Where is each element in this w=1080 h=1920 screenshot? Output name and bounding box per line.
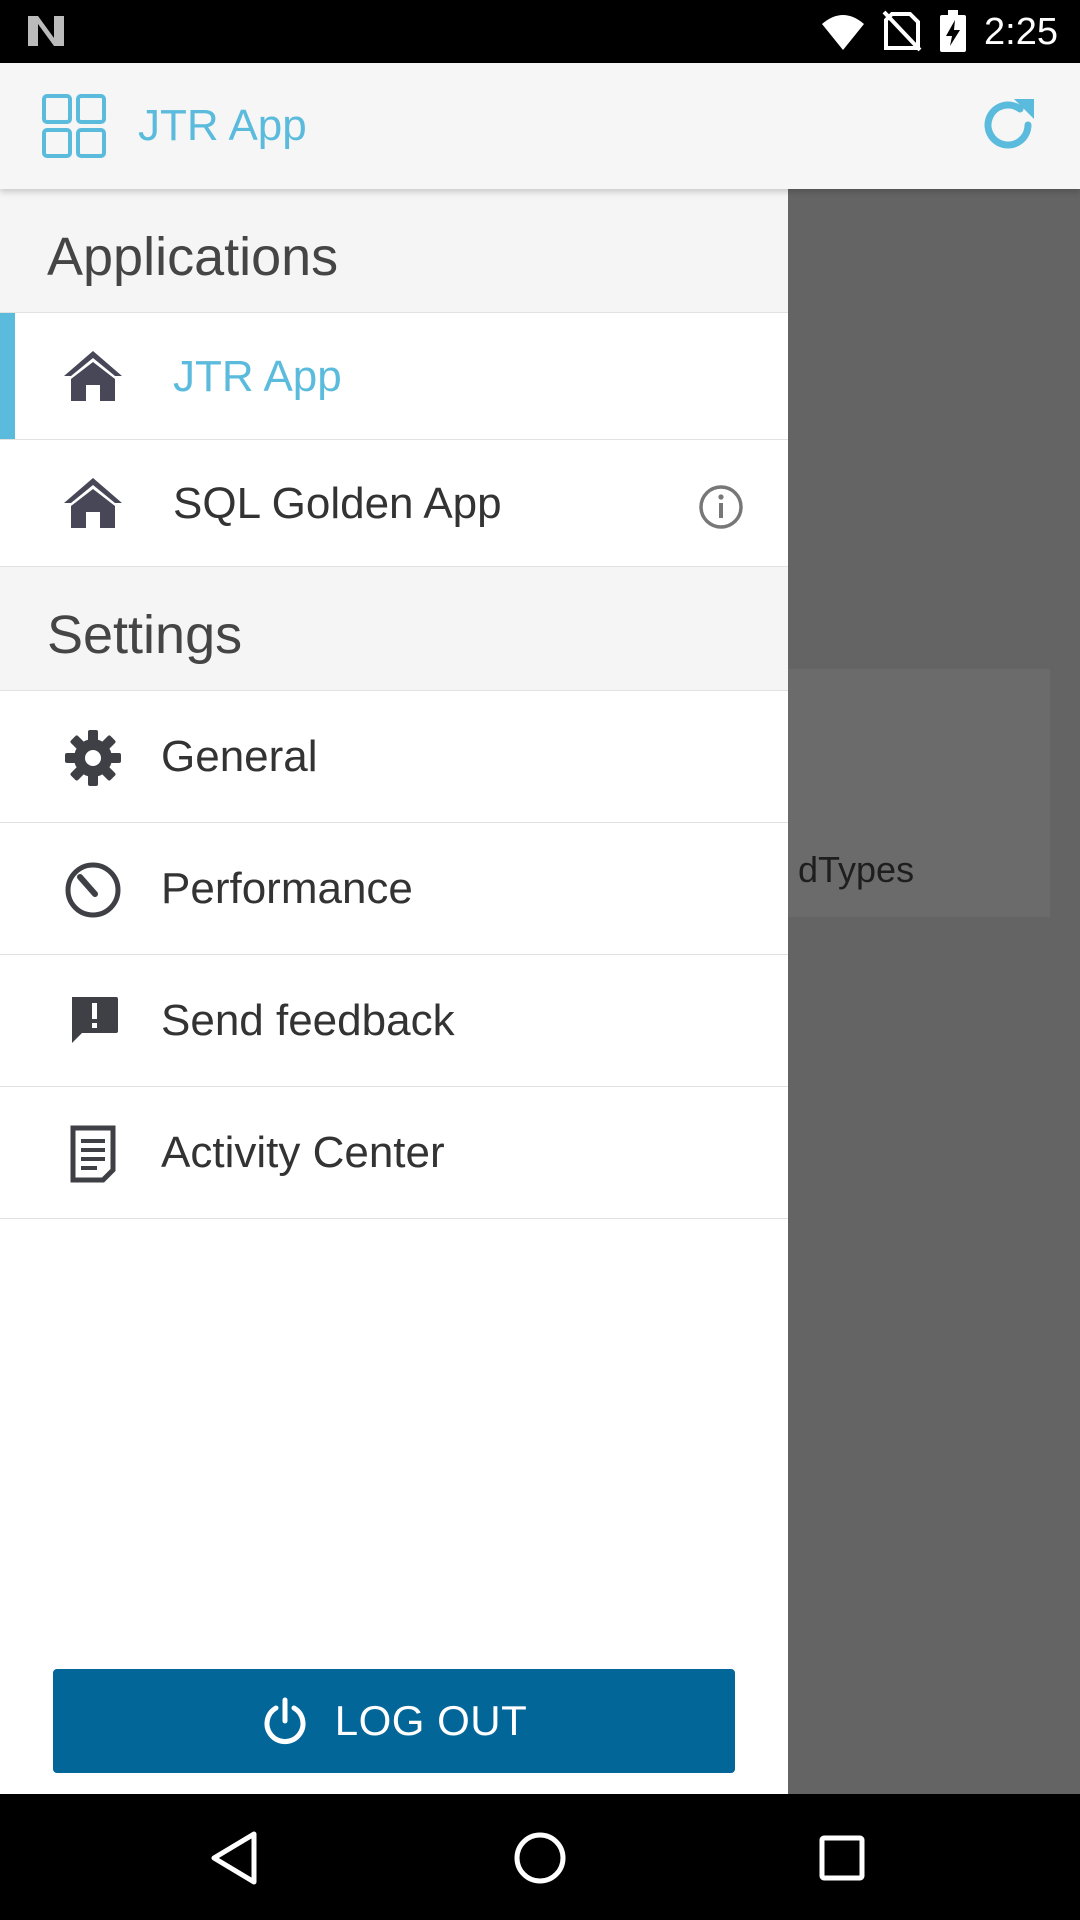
application-label: SQL Golden App <box>173 479 502 528</box>
navigation-drawer: Applications JTR App SQL Golden App Sett… <box>0 189 788 1794</box>
settings-item-label: Send feedback <box>161 996 455 1045</box>
gear-icon <box>65 730 121 786</box>
settings-item-send-feedback[interactable]: Send feedback <box>0 955 788 1087</box>
logout-button[interactable]: LOG OUT <box>53 1669 735 1773</box>
background-card-text: l dTypes <box>780 849 915 890</box>
settings-item-performance[interactable]: Performance <box>0 823 788 955</box>
settings-item-label: Activity Center <box>161 1128 445 1177</box>
status-bar: 2:25 <box>0 0 1080 63</box>
back-icon[interactable] <box>206 1828 266 1888</box>
settings-item-label: Performance <box>161 864 413 913</box>
application-label: JTR App <box>173 352 342 401</box>
settings-section-header: Settings <box>0 567 788 691</box>
applications-header-label: Applications <box>47 227 339 287</box>
notification-n-icon <box>28 16 64 46</box>
application-item-jtr-app[interactable]: JTR App <box>0 313 788 440</box>
power-icon <box>264 1697 306 1745</box>
feedback-icon <box>72 997 118 1043</box>
settings-item-general[interactable]: General <box>0 691 788 823</box>
app-toolbar: JTR App <box>0 63 1080 189</box>
status-time: 2:25 <box>984 11 1058 53</box>
logout-label: LOG OUT <box>334 1697 528 1744</box>
applications-section-header: Applications <box>0 189 788 313</box>
screen: 2:25 JTR App l dTypes Applications JTR A… <box>0 0 1080 1920</box>
info-icon[interactable] <box>698 484 744 530</box>
wifi-icon <box>822 15 864 50</box>
document-icon <box>70 1125 116 1183</box>
application-item-sql-golden-app[interactable]: SQL Golden App <box>0 440 788 567</box>
settings-header-label: Settings <box>47 605 243 665</box>
settings-item-label: General <box>161 732 318 781</box>
system-navigation-bar <box>0 1794 1080 1920</box>
gauge-icon <box>65 862 121 918</box>
home-icon <box>64 478 122 528</box>
home-circle-icon[interactable] <box>510 1828 570 1888</box>
battery-charging-icon <box>940 10 966 52</box>
home-icon <box>64 351 122 401</box>
recents-icon[interactable] <box>812 1828 872 1888</box>
app-grid-icon[interactable] <box>42 94 106 158</box>
settings-item-activity-center[interactable]: Activity Center <box>0 1087 788 1219</box>
no-sim-icon <box>882 10 922 52</box>
refresh-icon[interactable] <box>976 93 1040 157</box>
toolbar-title: JTR App <box>138 101 307 150</box>
